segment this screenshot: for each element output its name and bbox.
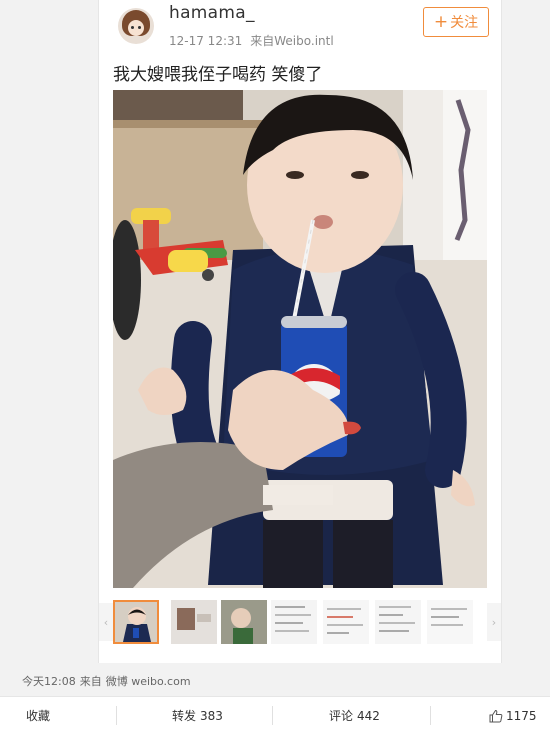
repost-count: 383 bbox=[200, 708, 223, 723]
post-photo-illustration bbox=[113, 90, 487, 588]
action-bar: 收藏 转发 383 评论 442 1175 bbox=[0, 696, 550, 733]
comment-button[interactable]: 评论 442 bbox=[329, 697, 380, 733]
avatar-eye bbox=[131, 26, 134, 29]
comment-label: 评论 bbox=[329, 709, 354, 723]
follow-label: 关注 bbox=[450, 15, 479, 31]
post-text: 我大嫂喂我侄子喝药 笑傻了 bbox=[113, 65, 323, 85]
post-source[interactable]: 来自Weibo.intl bbox=[250, 34, 333, 48]
gallery-thumb[interactable] bbox=[221, 600, 267, 644]
footer-time: 今天12:08 bbox=[22, 675, 76, 688]
plus-icon: + bbox=[433, 11, 449, 32]
weibo-post-card: hamama_ 12-17 12:31 来自Weibo.intl + 关注 我大嫂喂… bbox=[98, 0, 502, 663]
follow-button[interactable]: + 关注 bbox=[423, 7, 489, 37]
post-time: 12-17 12:31 bbox=[169, 34, 243, 48]
post-photo[interactable] bbox=[113, 90, 487, 588]
footer-app-link[interactable]: 微博 weibo.com bbox=[106, 675, 191, 688]
gallery-thumb[interactable] bbox=[271, 600, 317, 644]
like-button[interactable]: 1175 bbox=[489, 697, 537, 733]
like-count: 1175 bbox=[506, 708, 537, 723]
favorite-button[interactable]: 收藏 bbox=[26, 697, 50, 733]
footer-from: 来自 bbox=[79, 675, 102, 688]
chevron-right-icon[interactable]: › bbox=[487, 603, 501, 641]
repost-button[interactable]: 转发 383 bbox=[172, 697, 223, 733]
repost-label: 转发 bbox=[172, 709, 197, 723]
gallery-thumb[interactable] bbox=[375, 600, 421, 644]
gallery-thumb[interactable] bbox=[113, 600, 159, 644]
thumbs-up-icon bbox=[489, 709, 503, 722]
action-divider bbox=[430, 706, 431, 725]
gallery-thumb[interactable] bbox=[323, 600, 369, 644]
action-divider bbox=[272, 706, 273, 725]
comment-count: 442 bbox=[357, 708, 380, 723]
post-meta: 12-17 12:31 来自Weibo.intl bbox=[169, 32, 334, 49]
chevron-left-icon[interactable]: ‹ bbox=[99, 603, 113, 641]
gallery-thumb[interactable] bbox=[427, 600, 473, 644]
footer-source-line: 今天12:08 来自 微博 weibo.com bbox=[22, 673, 191, 689]
action-divider bbox=[116, 706, 117, 725]
avatar-eye bbox=[138, 26, 141, 29]
user-avatar[interactable] bbox=[118, 8, 154, 44]
image-gallery-strip: ‹ › bbox=[99, 595, 503, 650]
gallery-thumb[interactable] bbox=[171, 600, 217, 644]
favorite-label: 收藏 bbox=[26, 709, 51, 723]
username[interactable]: hamama_ bbox=[169, 3, 255, 23]
